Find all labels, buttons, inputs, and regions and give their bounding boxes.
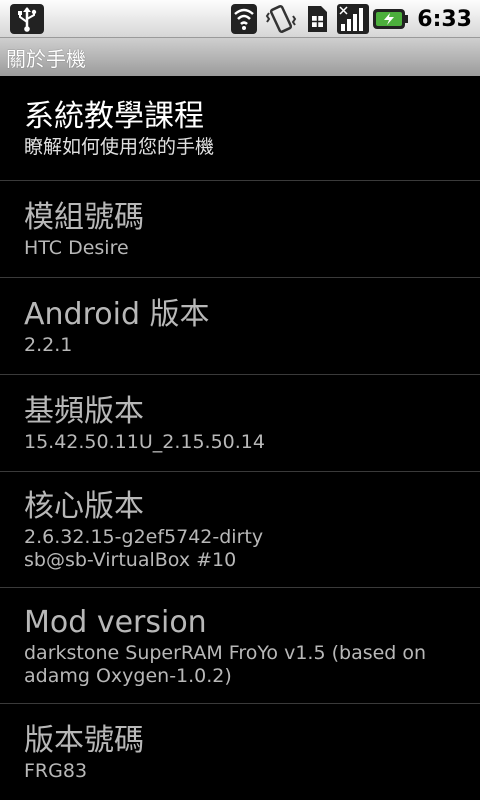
battery-charging-icon (373, 9, 409, 29)
item-title: 系統教學課程 (24, 98, 204, 134)
usb-icon (10, 4, 44, 34)
item-mod-version: Mod version darkstone SuperRAM FroYo v1.… (0, 588, 480, 704)
item-summary: FRG83 (24, 759, 88, 782)
signal-icon (337, 4, 370, 34)
item-title: 模組號碼 (24, 199, 144, 235)
item-title: 核心版本 (24, 488, 144, 524)
status-time: 6:33 (417, 6, 472, 32)
item-baseband-version: 基頻版本 15.42.50.11U_2.15.50.14 (0, 375, 480, 472)
page-title: 關於手機 (6, 46, 86, 71)
item-summary: 2.6.32.15-g2ef5742-dirty sb@sb-VirtualBo… (24, 525, 264, 571)
title-bar: 關於手機 (0, 38, 480, 76)
wifi-icon (231, 4, 258, 34)
status-bar[interactable]: 6:33 (0, 0, 480, 38)
item-title: Mod version (24, 604, 207, 640)
item-kernel-version: 核心版本 2.6.32.15-g2ef5742-dirty sb@sb-Virt… (0, 472, 480, 588)
item-title: Android 版本 (24, 296, 210, 332)
item-android-version: Android 版本 2.2.1 (0, 278, 480, 375)
item-title: 版本號碼 (24, 722, 144, 758)
item-summary: darkstone SuperRAM FroYo v1.5 (based on … (24, 641, 427, 687)
status-icons: 6:33 (229, 3, 472, 35)
item-summary: 15.42.50.11U_2.15.50.14 (24, 430, 265, 453)
item-build-number: 版本號碼 FRG83 (0, 704, 480, 800)
item-model-number: 模組號碼 HTC Desire (0, 181, 480, 278)
item-title: 基頻版本 (24, 393, 144, 429)
item-summary: 瞭解如何使用您的手機 (24, 135, 215, 158)
item-system-tutorial[interactable]: 系統教學課程 瞭解如何使用您的手機 (0, 76, 480, 181)
settings-list: 系統教學課程 瞭解如何使用您的手機 模組號碼 HTC Desire Androi… (0, 76, 480, 800)
sim-icon (308, 6, 328, 32)
item-summary: 2.2.1 (24, 333, 73, 356)
item-summary: HTC Desire (24, 236, 129, 259)
vibrate-icon (266, 4, 297, 34)
